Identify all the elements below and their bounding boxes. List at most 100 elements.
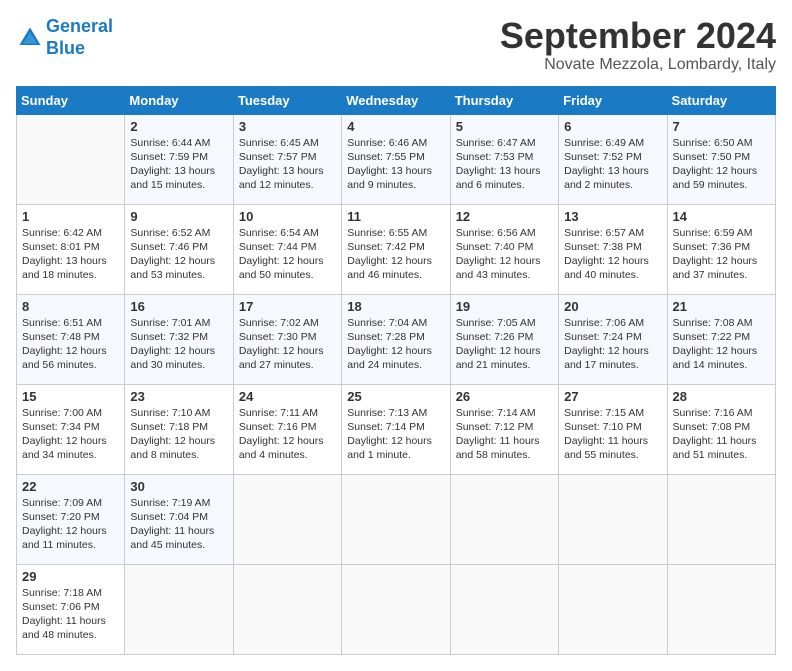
day-info: Daylight: 12 hours and 50 minutes. [239,254,336,282]
calendar-cell: 10Sunrise: 6:54 AMSunset: 7:44 PMDayligh… [233,204,341,294]
day-info: Daylight: 13 hours and 2 minutes. [564,164,661,192]
calendar-cell: 18Sunrise: 7:04 AMSunset: 7:28 PMDayligh… [342,294,450,384]
calendar-cell: 16Sunrise: 7:01 AMSunset: 7:32 PMDayligh… [125,294,233,384]
day-info: Daylight: 11 hours and 55 minutes. [564,434,661,462]
day-info: Sunset: 7:59 PM [130,150,227,164]
month-title: September 2024 [500,16,776,56]
calendar-cell: 2Sunrise: 6:44 AMSunset: 7:59 PMDaylight… [125,114,233,204]
calendar-cell [450,564,558,654]
day-info: Sunrise: 7:19 AM [130,496,227,510]
day-info: Sunset: 7:16 PM [239,420,336,434]
day-info: Daylight: 13 hours and 18 minutes. [22,254,119,282]
day-info: Daylight: 12 hours and 8 minutes. [130,434,227,462]
day-number: 27 [564,389,661,404]
weekday-header-tuesday: Tuesday [233,86,341,114]
day-number: 16 [130,299,227,314]
weekday-header-sunday: Sunday [17,86,125,114]
day-info: Sunrise: 7:16 AM [673,406,770,420]
logo: General Blue [16,16,113,59]
day-info: Sunset: 7:42 PM [347,240,444,254]
day-info: Sunrise: 7:01 AM [130,316,227,330]
weekday-header-wednesday: Wednesday [342,86,450,114]
day-number: 15 [22,389,119,404]
day-info: Sunrise: 7:08 AM [673,316,770,330]
day-number: 26 [456,389,553,404]
day-number: 9 [130,209,227,224]
day-info: Sunrise: 6:47 AM [456,136,553,150]
day-info: Sunrise: 6:44 AM [130,136,227,150]
calendar-cell: 6Sunrise: 6:49 AMSunset: 7:52 PMDaylight… [559,114,667,204]
calendar-header-row: SundayMondayTuesdayWednesdayThursdayFrid… [17,86,776,114]
day-info: Sunrise: 6:50 AM [673,136,770,150]
day-number: 1 [22,209,119,224]
day-info: Sunset: 7:55 PM [347,150,444,164]
day-number: 17 [239,299,336,314]
day-info: Sunset: 7:18 PM [130,420,227,434]
day-info: Sunset: 7:52 PM [564,150,661,164]
calendar-cell: 11Sunrise: 6:55 AMSunset: 7:42 PMDayligh… [342,204,450,294]
calendar-cell [559,564,667,654]
calendar-cell: 22Sunrise: 7:09 AMSunset: 7:20 PMDayligh… [17,474,125,564]
day-info: Sunrise: 7:02 AM [239,316,336,330]
calendar-cell: 26Sunrise: 7:14 AMSunset: 7:12 PMDayligh… [450,384,558,474]
calendar-cell: 27Sunrise: 7:15 AMSunset: 7:10 PMDayligh… [559,384,667,474]
day-number: 25 [347,389,444,404]
day-info: Sunset: 7:48 PM [22,330,119,344]
day-info: Sunset: 7:28 PM [347,330,444,344]
day-info: Daylight: 13 hours and 6 minutes. [456,164,553,192]
calendar-cell: 15Sunrise: 7:00 AMSunset: 7:34 PMDayligh… [17,384,125,474]
calendar-week-row: 8Sunrise: 6:51 AMSunset: 7:48 PMDaylight… [17,294,776,384]
calendar-week-row: 2Sunrise: 6:44 AMSunset: 7:59 PMDaylight… [17,114,776,204]
calendar-cell [17,114,125,204]
day-number: 11 [347,209,444,224]
day-info: Sunrise: 7:18 AM [22,586,119,600]
day-info: Sunrise: 7:14 AM [456,406,553,420]
calendar-cell [559,474,667,564]
calendar-week-row: 22Sunrise: 7:09 AMSunset: 7:20 PMDayligh… [17,474,776,564]
location: Novate Mezzola, Lombardy, Italy [500,56,776,74]
day-number: 30 [130,479,227,494]
day-info: Sunrise: 7:11 AM [239,406,336,420]
title-block: September 2024 Novate Mezzola, Lombardy,… [500,16,776,74]
day-info: Sunset: 7:22 PM [673,330,770,344]
day-info: Sunrise: 7:10 AM [130,406,227,420]
calendar-cell: 1Sunrise: 6:42 AMSunset: 8:01 PMDaylight… [17,204,125,294]
calendar-cell: 12Sunrise: 6:56 AMSunset: 7:40 PMDayligh… [450,204,558,294]
day-info: Sunset: 7:08 PM [673,420,770,434]
calendar-cell: 19Sunrise: 7:05 AMSunset: 7:26 PMDayligh… [450,294,558,384]
day-info: Daylight: 13 hours and 15 minutes. [130,164,227,192]
calendar-cell [233,564,341,654]
day-number: 3 [239,119,336,134]
day-info: Sunset: 7:26 PM [456,330,553,344]
day-number: 13 [564,209,661,224]
day-info: Sunset: 7:14 PM [347,420,444,434]
day-info: Sunset: 7:50 PM [673,150,770,164]
day-info: Sunset: 7:04 PM [130,510,227,524]
calendar-cell [450,474,558,564]
calendar-table: SundayMondayTuesdayWednesdayThursdayFrid… [16,86,776,655]
calendar-cell: 14Sunrise: 6:59 AMSunset: 7:36 PMDayligh… [667,204,775,294]
day-info: Daylight: 12 hours and 14 minutes. [673,344,770,372]
day-info: Sunset: 7:10 PM [564,420,661,434]
calendar-cell [667,474,775,564]
day-info: Daylight: 12 hours and 1 minute. [347,434,444,462]
day-info: Daylight: 12 hours and 53 minutes. [130,254,227,282]
day-info: Daylight: 13 hours and 9 minutes. [347,164,444,192]
day-number: 6 [564,119,661,134]
day-info: Daylight: 12 hours and 59 minutes. [673,164,770,192]
day-number: 20 [564,299,661,314]
day-number: 7 [673,119,770,134]
day-info: Sunset: 7:12 PM [456,420,553,434]
calendar-cell: 9Sunrise: 6:52 AMSunset: 7:46 PMDaylight… [125,204,233,294]
day-info: Daylight: 12 hours and 17 minutes. [564,344,661,372]
day-number: 21 [673,299,770,314]
calendar-cell: 17Sunrise: 7:02 AMSunset: 7:30 PMDayligh… [233,294,341,384]
day-info: Daylight: 12 hours and 43 minutes. [456,254,553,282]
day-info: Daylight: 12 hours and 37 minutes. [673,254,770,282]
day-info: Daylight: 12 hours and 56 minutes. [22,344,119,372]
day-info: Daylight: 12 hours and 34 minutes. [22,434,119,462]
day-info: Sunset: 7:34 PM [22,420,119,434]
calendar-cell: 24Sunrise: 7:11 AMSunset: 7:16 PMDayligh… [233,384,341,474]
day-number: 24 [239,389,336,404]
day-info: Sunrise: 6:46 AM [347,136,444,150]
